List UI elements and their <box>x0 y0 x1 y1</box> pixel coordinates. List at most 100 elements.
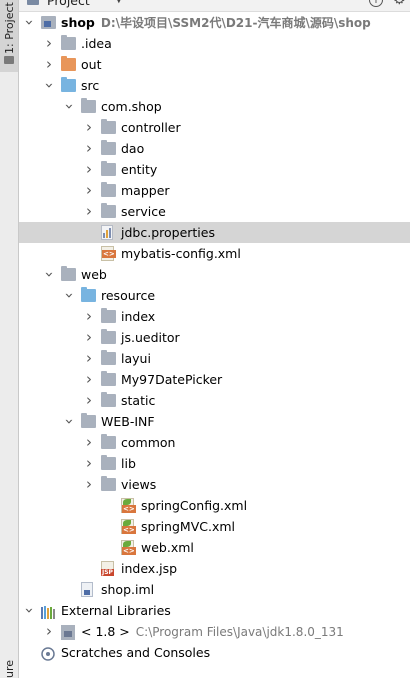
project-icon <box>27 0 39 5</box>
tree-item-label: External Libraries <box>61 600 171 621</box>
structure-tool-tab[interactable]: ure <box>3 656 16 678</box>
tree-row[interactable]: jdbc.properties <box>19 222 410 243</box>
tree-item-label: com.shop <box>101 96 162 117</box>
tree-item-name: < 1.8 > <box>81 624 130 639</box>
tree-item-name: web <box>81 267 107 282</box>
source-folder-icon <box>81 287 96 302</box>
tree-item-name: springConfig.xml <box>141 498 248 513</box>
tree-item-label: entity <box>121 159 157 180</box>
xml-file-icon <box>101 246 116 261</box>
tree-item-label: My97DatePicker <box>121 369 222 390</box>
spring-xml-file-icon <box>121 498 136 513</box>
tree-row[interactable]: › views <box>19 474 410 495</box>
tree-item-label: js.ueditor <box>121 327 180 348</box>
chevron-down-icon[interactable]: › <box>59 290 80 302</box>
tree-row[interactable]: shop.iml <box>19 579 410 600</box>
tree-row[interactable]: › WEB-INF <box>19 411 410 432</box>
tree-row[interactable]: index.jsp <box>19 558 410 579</box>
chevron-right-icon[interactable]: › <box>83 138 95 159</box>
tree-item-name: src <box>81 78 100 93</box>
tree-row[interactable]: › com.shop <box>19 96 410 117</box>
tree-item-name: mybatis-config.xml <box>121 246 241 261</box>
chevron-right-icon[interactable]: › <box>43 33 55 54</box>
tree-item-label: layui <box>121 348 151 369</box>
tree-row[interactable]: › common <box>19 432 410 453</box>
chevron-down-icon[interactable]: › <box>59 416 80 428</box>
tree-item-name: shop.iml <box>101 582 155 597</box>
chevron-right-icon[interactable]: › <box>83 390 95 411</box>
tree-item-label: WEB-INF <box>101 411 155 432</box>
chevron-right-icon[interactable]: › <box>83 327 95 348</box>
chevron-right-icon[interactable]: › <box>83 453 95 474</box>
tree-row[interactable]: › resource <box>19 285 410 306</box>
tree-item-name: index <box>121 309 156 324</box>
tree-item-label: lib <box>121 453 136 474</box>
chevron-down-icon[interactable]: › <box>39 269 60 281</box>
tree-row[interactable]: › index <box>19 306 410 327</box>
chevron-right-icon[interactable]: › <box>83 348 95 369</box>
tree-row[interactable]: mybatis-config.xml <box>19 243 410 264</box>
tree-item-name: Scratches and Consoles <box>61 645 211 660</box>
chevron-right-icon[interactable]: › <box>83 474 95 495</box>
tree-row[interactable]: › shop D:\毕设项目\SSM2代\D21-汽车商城\源码\shop <box>19 12 410 33</box>
tree-row[interactable]: › static <box>19 390 410 411</box>
tree-row[interactable]: › layui <box>19 348 410 369</box>
tool-window-strip: 1: Project ure <box>0 0 19 678</box>
source-folder-icon <box>61 77 76 92</box>
tree-row[interactable]: › .idea <box>19 33 410 54</box>
tree-item-label: common <box>121 432 175 453</box>
tree-row[interactable]: › service <box>19 201 410 222</box>
add-circle-icon[interactable]: + <box>369 0 383 7</box>
chevron-right-icon[interactable]: › <box>83 117 95 138</box>
chevron-right-icon[interactable]: › <box>83 369 95 390</box>
tree-row[interactable]: Scratches and Consoles <box>19 642 410 663</box>
chevron-right-icon[interactable]: › <box>83 159 95 180</box>
tree-row[interactable]: › src <box>19 75 410 96</box>
chevron-down-icon[interactable]: › <box>39 80 60 92</box>
tree-row[interactable]: › mapper <box>19 180 410 201</box>
tree-item-label: index <box>121 306 155 327</box>
tree-row[interactable]: › < 1.8 > C:\Program Files\Java\jdk1.8.0_1… <box>19 621 410 642</box>
chevron-right-icon[interactable]: › <box>43 621 55 642</box>
tree-item-label: mybatis-config.xml <box>121 243 241 264</box>
tree-row[interactable]: › web <box>19 264 410 285</box>
tree-item-name: com.shop <box>101 99 162 114</box>
chevron-right-icon[interactable]: › <box>83 180 95 201</box>
gear-icon[interactable]: ⚙ <box>393 0 406 8</box>
tree-row[interactable]: › out <box>19 54 410 75</box>
chevron-right-icon[interactable]: › <box>83 201 95 222</box>
tree-row[interactable]: › My97DatePicker <box>19 369 410 390</box>
tree-item-label: shop D:\毕设项目\SSM2代\D21-汽车商城\源码\shop <box>61 12 371 34</box>
libraries-icon <box>41 604 55 619</box>
tree-item-name: layui <box>121 351 151 366</box>
folder-icon <box>101 182 116 197</box>
properties-file-icon <box>101 225 113 240</box>
tree-item-label: dao <box>121 138 144 159</box>
folder-icon <box>101 371 116 386</box>
tree-row[interactable]: springConfig.xml <box>19 495 410 516</box>
tree-row[interactable]: › lib <box>19 453 410 474</box>
tree-item-name: dao <box>121 141 145 156</box>
tree-row[interactable]: › js.ueditor <box>19 327 410 348</box>
project-view-selector[interactable]: Project <box>47 0 90 8</box>
folder-icon <box>101 329 116 344</box>
tree-row[interactable]: › entity <box>19 159 410 180</box>
chevron-down-icon[interactable]: › <box>59 101 80 113</box>
chevron-right-icon[interactable]: › <box>43 54 55 75</box>
tree-row[interactable]: › controller <box>19 117 410 138</box>
project-tool-tab[interactable]: 1: Project <box>0 0 18 72</box>
tree-row[interactable]: web.xml <box>19 537 410 558</box>
chevron-right-icon[interactable]: › <box>83 306 95 327</box>
folder-icon <box>101 308 116 323</box>
chevron-right-icon[interactable]: › <box>83 432 95 453</box>
chevron-down-icon[interactable]: › <box>19 605 40 617</box>
tree-row[interactable]: springMVC.xml <box>19 516 410 537</box>
tree-item-label: controller <box>121 117 181 138</box>
tree-row[interactable]: › External Libraries <box>19 600 410 621</box>
chevron-down-icon[interactable]: ▼ <box>115 0 123 5</box>
tree-row[interactable]: › dao <box>19 138 410 159</box>
chevron-down-icon[interactable]: › <box>19 17 40 29</box>
tree-item-name: entity <box>121 162 158 177</box>
tree-item-label: Scratches and Consoles <box>61 642 210 663</box>
spring-xml-file-icon <box>121 540 136 555</box>
